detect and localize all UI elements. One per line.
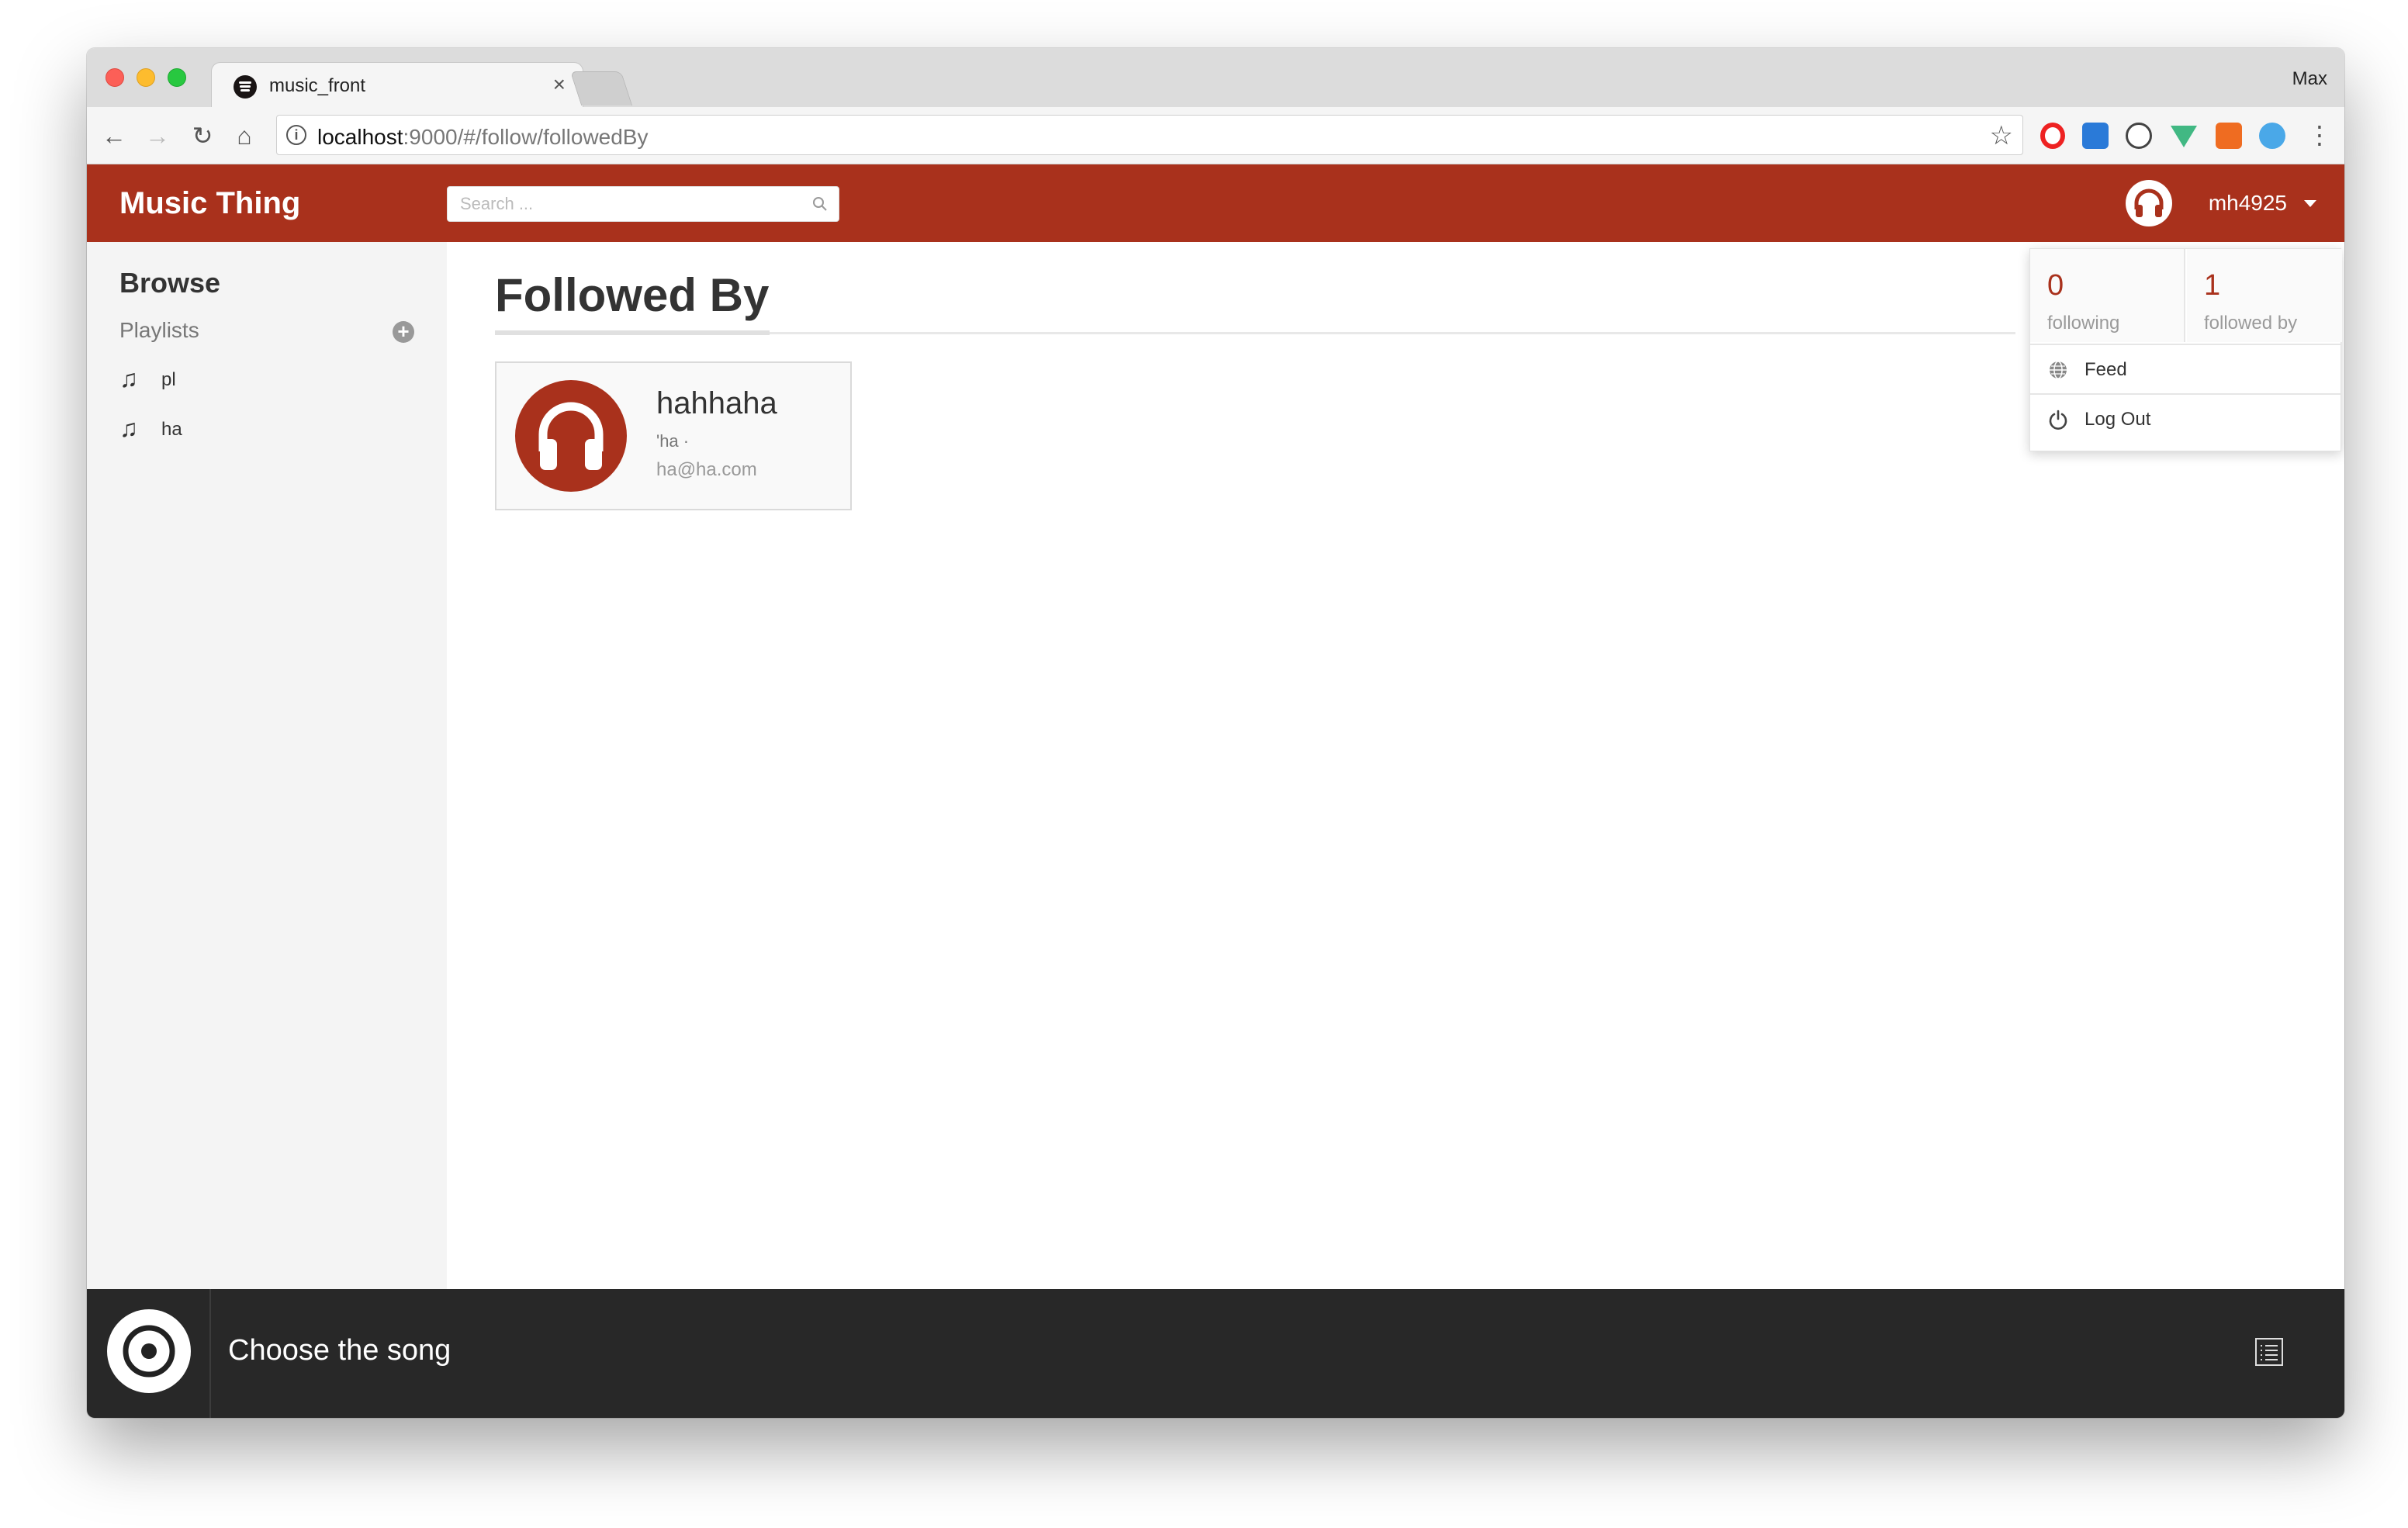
user-card-avatar[interactable] [515,380,627,492]
user-card[interactable]: hahhaha 'ha · ha@ha.com [495,361,852,510]
player-bar: Choose the song [87,1289,2344,1418]
vue-devtools-extension-icon[interactable] [2171,123,2197,149]
address-bar[interactable]: i localhost:9000/#/follow/followedBy ☆ [276,115,2023,155]
brand-logo[interactable]: Music Thing [119,186,300,221]
player-artwork[interactable] [87,1289,211,1418]
menu-item-label: Log Out [2085,409,2151,430]
browser-toolbar: ← → ↻ ⌂ i localhost:9000/#/follow/follow… [87,107,2344,164]
forward-arrow-icon[interactable]: → [143,121,172,150]
maximize-window-button[interactable] [168,68,186,87]
following-label: following [2047,313,2120,334]
user-avatar[interactable] [2126,180,2172,226]
bookmark-star-icon[interactable]: ☆ [1990,120,2013,151]
headphones-icon [2134,188,2164,217]
user-card-email: ha@ha.com [656,459,757,480]
queue-list-icon[interactable] [2254,1337,2284,1367]
globe-icon [2050,361,2067,379]
title-bar: music_front × Max [87,48,2344,107]
browser-profile-name[interactable]: Max [2292,68,2327,90]
close-window-button[interactable] [106,68,124,87]
playlist-label: ha [161,419,182,440]
user-card-handle: 'ha · [656,431,690,451]
minimize-window-button[interactable] [137,68,155,87]
headphones-icon [538,402,604,470]
site-info-icon[interactable]: i [286,125,306,145]
password-manager-extension-icon[interactable] [2126,123,2152,149]
sidebar: Browse Playlists + ♫ pl ♫ ha [87,242,447,1289]
browser-window: music_front × Max ← → ↻ ⌂ i localhost:90… [87,48,2344,1418]
followed-by-stat[interactable]: 1 followed by [2187,249,2342,342]
opera-extension-icon[interactable] [2040,123,2065,149]
sidebar-title[interactable]: Browse [119,267,220,299]
percent-extension-icon[interactable] [2216,123,2242,149]
back-arrow-icon[interactable]: ← [99,121,129,150]
user-name[interactable]: mh4925 [2209,191,2287,216]
following-count: 0 [2047,269,2064,302]
reload-icon[interactable]: ↻ [188,121,217,150]
browser-tab[interactable]: music_front × [211,62,583,107]
playlists-heading: Playlists [119,318,199,342]
sidebar-item-playlist[interactable]: ♫ ha [119,414,414,445]
search-input[interactable] [448,187,839,221]
menu-item-logout[interactable]: Log Out [2030,393,2341,443]
new-tab-button[interactable] [569,71,633,105]
tab-close-icon[interactable]: × [553,72,566,97]
browser-menu-icon[interactable]: ⋮ [2307,121,2332,149]
page-title: Followed By [495,269,770,321]
power-icon [2049,410,2067,430]
spotify-favicon-icon [234,75,257,99]
caret-down-icon[interactable] [2304,200,2316,207]
tab-title: music_front [269,75,366,96]
playlist-label: pl [161,369,176,390]
url-text: localhost:9000/#/follow/followedBy [317,125,649,149]
menu-item-feed[interactable]: Feed [2030,344,2341,393]
music-note-icon: ♫ [119,365,138,392]
add-playlist-icon[interactable]: + [393,321,414,343]
following-stat[interactable]: 0 following [2030,249,2185,342]
title-underline [495,330,770,335]
followed-by-count: 1 [2204,269,2221,302]
record-icon [107,1309,191,1393]
home-icon[interactable]: ⌂ [230,121,259,150]
user-menu-toggle[interactable]: mh4925 [2068,180,2316,226]
s-extension-icon[interactable] [2082,123,2109,149]
top-navbar: Music Thing mh4925 [87,164,2344,242]
sidebar-item-playlist[interactable]: ♫ pl [119,365,414,396]
blue-extension-icon[interactable] [2259,123,2285,149]
search-field [447,186,839,222]
search-icon[interactable] [811,195,829,213]
now-playing-title: Choose the song [228,1334,452,1367]
menu-item-label: Feed [2085,359,2127,380]
user-card-name[interactable]: hahhaha [656,386,777,421]
app-root: Music Thing mh4925 [87,164,2344,1418]
user-dropdown-menu: 0 following 1 followed by Feed Log Out [2029,248,2342,451]
followed-by-label: followed by [2204,313,2298,334]
music-note-icon: ♫ [119,414,138,442]
